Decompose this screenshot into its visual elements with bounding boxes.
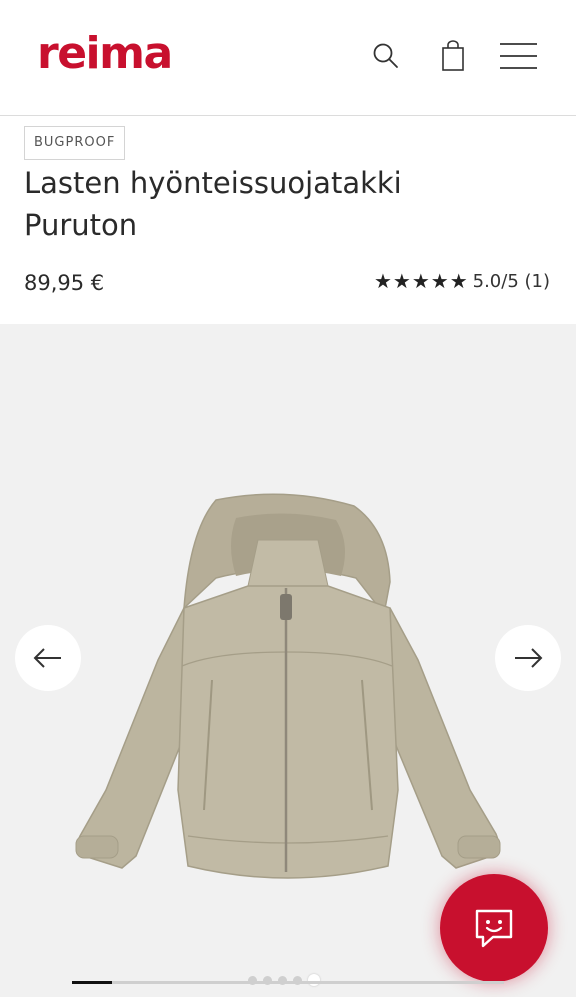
carousel-dot-active[interactable]: [308, 974, 320, 986]
scroll-progress: [72, 981, 504, 984]
arrow-right-icon: [515, 648, 543, 668]
rating-stars: ★ ★ ★ ★ ★: [374, 269, 469, 293]
search-icon[interactable]: [366, 36, 406, 76]
product-title-line2: Puruton: [24, 208, 138, 242]
previous-image-button[interactable]: [15, 625, 81, 691]
star-icon: ★: [373, 269, 392, 293]
product-price: 89,95 €: [24, 271, 105, 295]
scroll-progress-fill: [72, 981, 112, 984]
menu-icon[interactable]: [499, 36, 539, 76]
star-icon: ★: [449, 269, 468, 293]
product-tag: BUGPROOF: [24, 126, 126, 160]
product-rating[interactable]: ★ ★ ★ ★ ★ 5.0/5 (1): [374, 269, 550, 293]
product-image: [75, 493, 501, 879]
site-header: reima: [0, 0, 576, 116]
reima-logo[interactable]: reima: [37, 26, 173, 82]
carousel-dots: [248, 974, 326, 986]
next-image-button[interactable]: [495, 625, 561, 691]
product-gallery[interactable]: [0, 324, 576, 997]
rating-text: 5.0/5 (1): [472, 270, 550, 292]
product-info: BUGPROOF Lasten hyönteissuojatakki Purut…: [0, 116, 576, 324]
arrow-left-icon: [33, 648, 61, 668]
star-icon: ★: [411, 269, 430, 293]
chat-smiley-icon: [475, 909, 513, 948]
product-title-line1: Lasten hyönteissuojatakki: [24, 166, 402, 200]
chat-button[interactable]: [440, 874, 548, 982]
star-icon: ★: [392, 269, 411, 293]
product-title: Lasten hyönteissuojatakki Puruton: [24, 162, 524, 246]
star-icon: ★: [430, 269, 449, 293]
shopping-bag-icon[interactable]: [433, 36, 473, 76]
